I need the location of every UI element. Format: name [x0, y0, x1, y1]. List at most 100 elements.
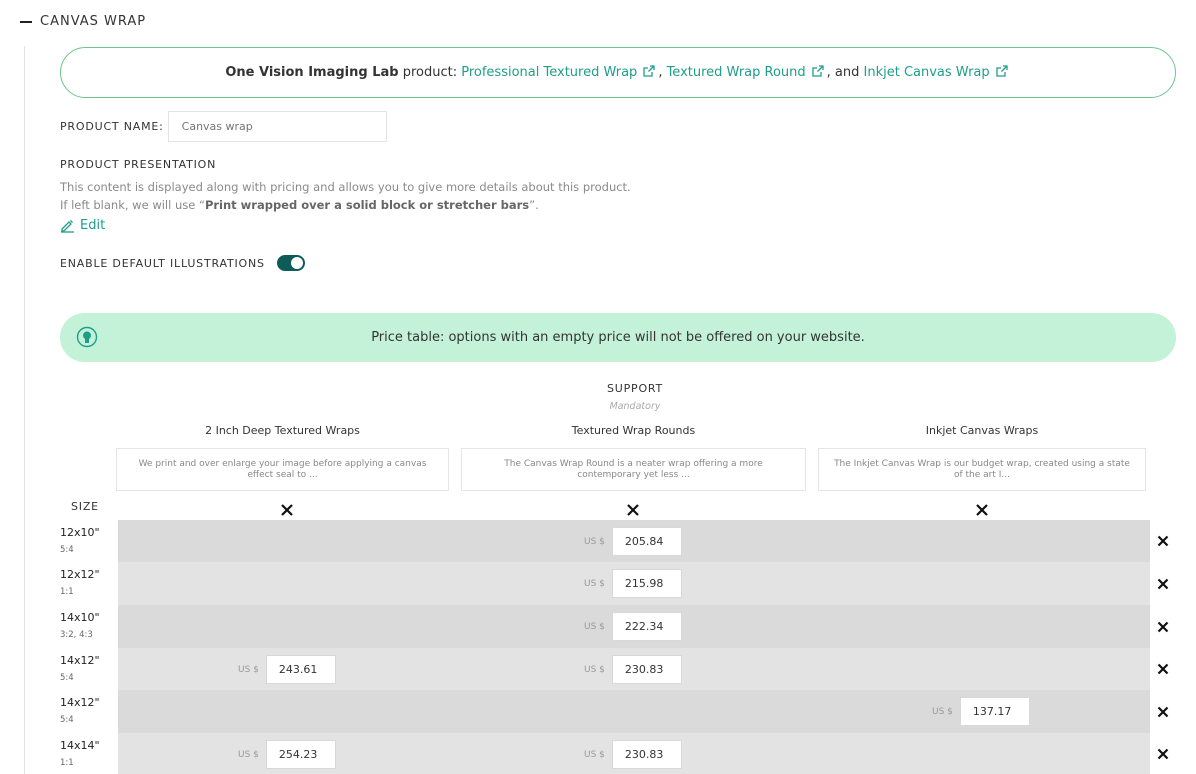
column-description[interactable]: We print and over enlarge your image bef…	[116, 448, 449, 491]
close-icon	[1157, 663, 1169, 675]
currency-label: US $	[584, 621, 605, 632]
remove-row-button[interactable]	[1150, 733, 1176, 774]
lab-product-banner: One Vision Imaging Lab product: Professi…	[60, 47, 1176, 98]
remove-column-icon[interactable]	[278, 501, 296, 519]
column-title: Textured Wrap Rounds	[571, 424, 696, 437]
pencil-icon	[61, 220, 74, 233]
remove-column-icon[interactable]	[973, 501, 991, 519]
section-header[interactable]: CANVAS WRAP	[20, 14, 146, 29]
link-separator: ,	[658, 65, 667, 80]
toggle-knob	[290, 257, 303, 269]
remove-row-button[interactable]	[1150, 520, 1176, 562]
size-ratio: 5:4	[60, 545, 74, 555]
size-name: 14x12"	[60, 654, 100, 667]
size-name: 12x12"	[60, 568, 100, 581]
lab-name: One Vision Imaging Lab	[225, 65, 399, 80]
row-cells: US $ 254.23 US $ 230.83	[118, 733, 1150, 774]
size-ratio: 5:4	[60, 715, 74, 725]
edit-presentation-link[interactable]: Edit	[60, 218, 105, 233]
size-name: 14x10"	[60, 611, 100, 624]
presentation-label: PRODUCT PRESENTATION	[60, 158, 217, 171]
price-cell: US $ 222.34	[584, 612, 682, 641]
presentation-line-1: This content is displayed along with pri…	[60, 180, 631, 194]
remove-column-icon[interactable]	[624, 501, 642, 519]
column-description[interactable]: The Canvas Wrap Round is a neater wrap o…	[461, 448, 806, 491]
column-title: 2 Inch Deep Textured Wraps	[205, 424, 360, 437]
support-mandatory: Mandatory	[609, 401, 661, 412]
price-cell: US $ 243.61	[238, 655, 336, 684]
support-title: SUPPORT	[606, 382, 664, 395]
remove-row-button[interactable]	[1150, 648, 1176, 690]
link-professional-textured-wrap[interactable]: Professional Textured Wrap	[461, 65, 658, 80]
price-input[interactable]: 137.17	[959, 697, 1030, 726]
default-presentation-text: Print wrapped over a solid block or stre…	[204, 198, 530, 212]
currency-label: US $	[584, 664, 605, 675]
price-table: US $ 205.84 US $ 215.98 US $ 222.34 US $ 243…	[118, 520, 1176, 774]
remove-row-button[interactable]	[1150, 562, 1176, 605]
price-cell: US $ 215.98	[584, 569, 682, 598]
table-row: US $ 222.34	[118, 605, 1176, 648]
price-input[interactable]: 254.23	[265, 740, 336, 769]
price-table-notice: Price table: options with an empty price…	[60, 313, 1176, 362]
row-cells: US $ 215.98	[118, 562, 1150, 605]
price-input[interactable]: 230.83	[611, 740, 682, 769]
illustrations-label: ENABLE DEFAULT ILLUSTRATIONS	[60, 256, 265, 270]
price-input[interactable]: 215.98	[611, 569, 682, 598]
product-name-input[interactable]	[167, 111, 387, 142]
size-ratio: 5:4	[60, 673, 74, 683]
external-link-icon	[643, 65, 655, 77]
price-cell: US $ 230.83	[584, 655, 682, 684]
currency-label: US $	[584, 578, 605, 589]
lightbulb-icon	[76, 326, 98, 348]
row-cells: US $ 137.17	[118, 690, 1150, 733]
price-cell: US $ 254.23	[238, 740, 336, 769]
remove-row-button[interactable]	[1150, 690, 1176, 733]
table-row: US $ 215.98	[118, 562, 1176, 605]
row-cells: US $ 222.34	[118, 605, 1150, 648]
column-description[interactable]: The Inkjet Canvas Wrap is our budget wra…	[818, 448, 1146, 491]
table-row: US $ 205.84	[118, 520, 1176, 562]
external-link-icon	[995, 65, 1008, 77]
link-textured-wrap-round[interactable]: Textured Wrap Round	[667, 65, 827, 80]
row-cells: US $ 243.61 US $ 230.83	[118, 648, 1150, 690]
section-title: CANVAS WRAP	[40, 14, 147, 29]
presentation-line-2: If left blank, we will use “Print wrappe…	[60, 198, 539, 212]
price-input[interactable]: 243.61	[265, 655, 336, 684]
link-inkjet-canvas-wrap[interactable]: Inkjet Canvas Wrap	[864, 65, 1011, 80]
minus-icon[interactable]	[20, 20, 32, 23]
price-input[interactable]: 205.84	[611, 527, 682, 556]
notice-text: Price table: options with an empty price…	[371, 330, 865, 345]
close-icon	[1157, 748, 1169, 759]
close-icon	[1157, 621, 1169, 632]
table-row: US $ 137.17	[118, 690, 1176, 733]
currency-label: US $	[584, 749, 605, 760]
remove-row-button[interactable]	[1150, 605, 1176, 648]
product-prefix: product:	[398, 65, 462, 80]
price-cell: US $ 137.17	[932, 697, 1030, 726]
table-row: US $ 254.23 US $ 230.83	[118, 733, 1176, 774]
illustrations-row: ENABLE DEFAULT ILLUSTRATIONS	[60, 255, 305, 271]
size-name: 14x14"	[60, 739, 100, 752]
price-cell: US $ 205.84	[584, 527, 682, 556]
size-ratio: 1:1	[60, 587, 74, 597]
product-name-label: PRODUCT NAME:	[60, 120, 164, 133]
product-name-row: PRODUCT NAME:	[60, 111, 387, 142]
close-icon	[1157, 706, 1169, 717]
close-icon	[1157, 535, 1169, 547]
external-link-icon	[812, 65, 824, 77]
table-row: US $ 243.61 US $ 230.83	[118, 648, 1176, 690]
currency-label: US $	[932, 706, 953, 717]
currency-label: US $	[584, 536, 605, 547]
currency-label: US $	[238, 664, 259, 675]
price-input[interactable]: 230.83	[611, 655, 682, 684]
size-label: SIZE	[71, 500, 99, 513]
size-name: 12x10"	[60, 526, 100, 539]
edit-label: Edit	[80, 218, 106, 233]
currency-label: US $	[238, 749, 259, 760]
price-input[interactable]: 222.34	[611, 612, 682, 641]
presentation-description: This content is displayed along with pri…	[60, 178, 631, 214]
row-cells: US $ 205.84	[118, 520, 1150, 562]
illustrations-toggle[interactable]	[276, 255, 305, 271]
size-ratio: 1:1	[60, 758, 74, 768]
close-icon	[1157, 578, 1169, 589]
